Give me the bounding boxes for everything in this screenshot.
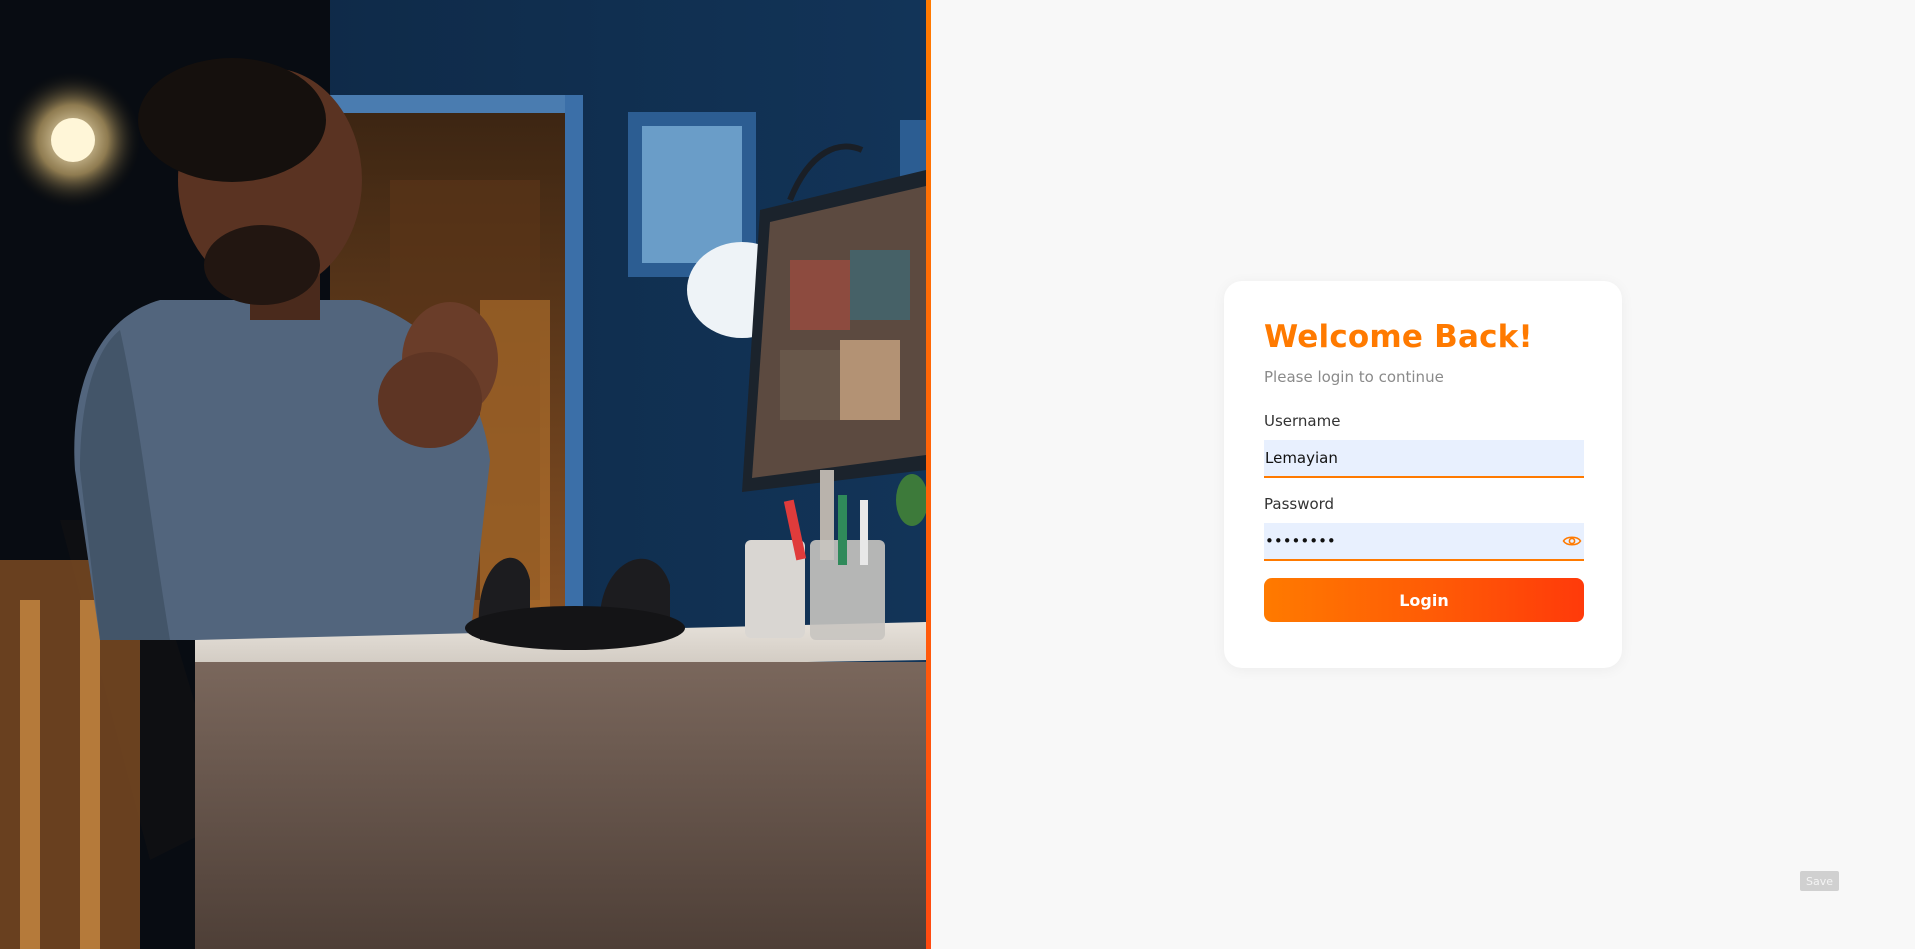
password-label: Password — [1264, 495, 1335, 513]
password-input[interactable] — [1264, 523, 1584, 561]
username-label: Username — [1264, 412, 1341, 430]
password-field-wrapper — [1264, 523, 1584, 561]
eye-icon[interactable] — [1562, 532, 1582, 550]
login-page: Welcome Back! Please login to continue U… — [0, 0, 1915, 949]
save-button[interactable]: Save — [1800, 871, 1839, 891]
page-subtitle: Please login to continue — [1264, 368, 1444, 386]
page-title: Welcome Back! — [1264, 319, 1533, 355]
hero-photo — [0, 0, 926, 949]
login-area: Welcome Back! Please login to continue U… — [931, 0, 1915, 949]
login-card: Welcome Back! Please login to continue U… — [1224, 281, 1622, 668]
hero-photo-illustration — [0, 0, 926, 949]
username-input[interactable] — [1264, 440, 1584, 478]
login-button[interactable]: Login — [1264, 578, 1584, 622]
username-field-wrapper — [1264, 440, 1584, 478]
